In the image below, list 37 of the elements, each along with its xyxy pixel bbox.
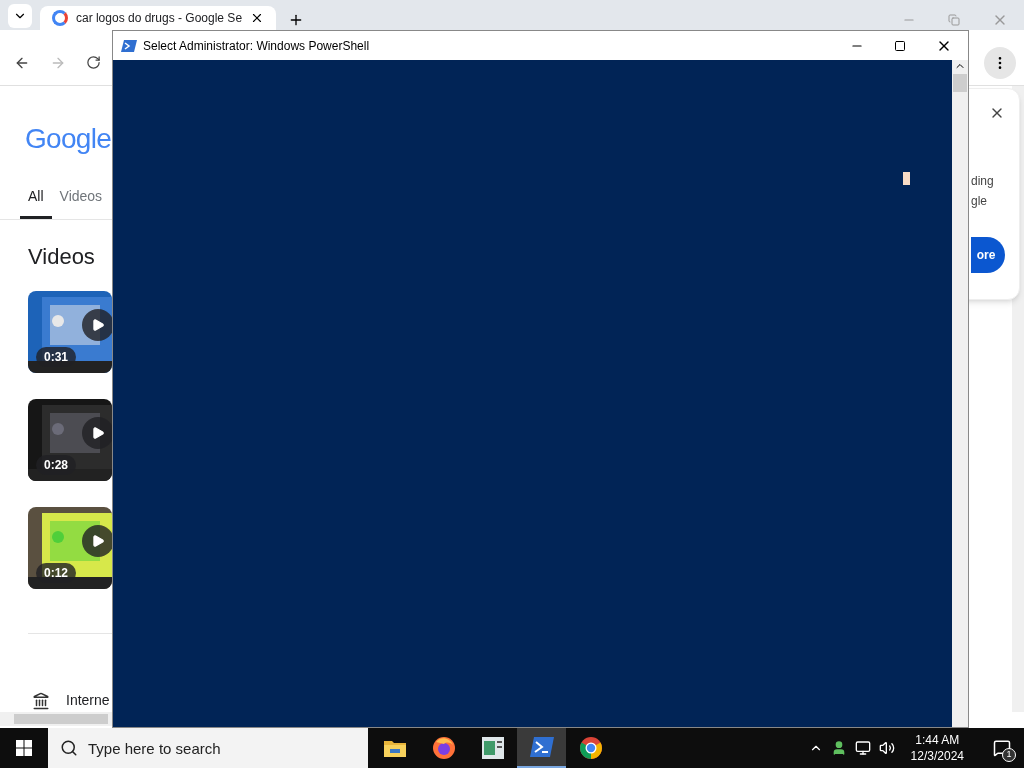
scroll-thumb[interactable] — [953, 74, 967, 92]
clock-time: 1:44 AM — [915, 732, 960, 748]
clock-date: 12/3/2024 — [910, 748, 964, 764]
new-tab-icon[interactable] — [288, 12, 304, 28]
notification-count: 1 — [1002, 748, 1016, 762]
terminal-icon — [529, 737, 554, 757]
search-tab[interactable]: Videos — [51, 184, 111, 219]
terminal-icon — [121, 39, 137, 52]
popup-button[interactable]: ore — [971, 237, 1005, 273]
tab-list-button[interactable] — [8, 4, 32, 28]
search-tab[interactable]: All — [20, 184, 52, 219]
circle-logo-icon — [578, 736, 603, 760]
text-cursor — [903, 172, 910, 185]
section-title: Videos — [28, 244, 95, 269]
building-icon — [32, 691, 50, 710]
volume-icon[interactable] — [878, 740, 895, 756]
horizontal-scrollbar[interactable] — [0, 712, 112, 726]
logo: Google — [25, 123, 112, 154]
network-icon[interactable] — [854, 740, 871, 756]
close-icon[interactable] — [250, 11, 264, 25]
window-title: Select Administrator: Windows PowerShell — [143, 37, 370, 55]
folder-icon — [383, 739, 406, 757]
taskbar-app[interactable] — [517, 728, 566, 768]
tab-title: car logos do drugs - Google Se — [75, 10, 243, 27]
clock[interactable]: 1:44 AM 12/3/2024 — [902, 732, 972, 764]
fox-globe-icon — [431, 736, 456, 760]
popup-text: gle — [971, 193, 988, 209]
search-icon[interactable] — [60, 739, 78, 757]
notification-icon[interactable] — [993, 739, 1011, 757]
reload-icon[interactable] — [86, 55, 101, 70]
popup-text: ding — [971, 173, 995, 189]
window-icon — [481, 737, 504, 759]
result-title: Interne — [66, 691, 110, 710]
maximize-icon[interactable] — [894, 39, 906, 52]
vertical-scrollbar[interactable] — [952, 60, 968, 727]
windows-logo-icon — [16, 740, 32, 756]
browser-tab[interactable]: car logos do drugs - Google Se — [40, 6, 276, 30]
